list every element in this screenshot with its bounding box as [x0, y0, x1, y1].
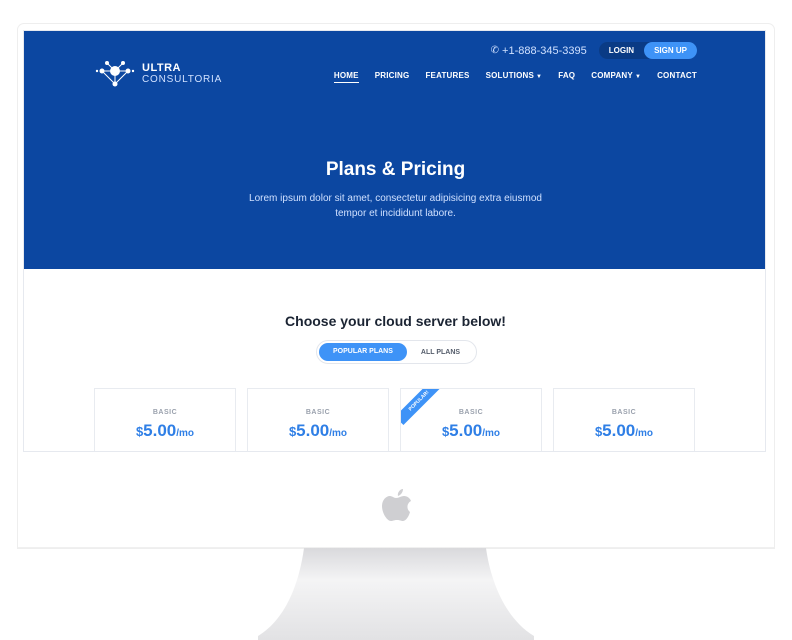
pricing-heading: Choose your cloud server below!	[285, 313, 506, 329]
popular-plans-tab[interactable]: POPULAR PLANS	[319, 343, 407, 361]
pricing-card[interactable]: BASIC $5.00/mo	[247, 388, 389, 451]
nav-item-features[interactable]: FEATURES	[425, 71, 469, 80]
nav-item-solutions-label: SOLUTIONS	[485, 71, 535, 80]
login-button[interactable]: LOGIN	[599, 42, 644, 59]
apple-logo-icon	[382, 489, 411, 521]
brand-tagline: CONSULTORIA	[142, 73, 223, 85]
phone-icon: ✆	[490, 45, 500, 56]
brand-name: ULTRA	[142, 61, 181, 74]
price-value: 5.00	[143, 421, 177, 440]
nav-item-solutions[interactable]: SOLUTIONS ▼	[486, 71, 543, 80]
pricing-card[interactable]: BASIC $5.00/mo	[553, 388, 695, 451]
monitor-stand	[258, 548, 534, 640]
nav-item-contact[interactable]: CONTACT	[657, 71, 697, 80]
nav-item-pricing[interactable]: PRICING	[375, 71, 410, 80]
nav-item-company[interactable]: COMPANY ▼	[591, 71, 641, 80]
plan-name: BASIC	[458, 409, 484, 416]
brand-logo[interactable]: ULTRA CONSULTORIA	[94, 59, 222, 89]
plan-toggle: POPULAR PLANS ALL PLANS	[316, 340, 477, 364]
auth-buttons: LOGIN SIGN UP	[598, 42, 697, 59]
chevron-down-icon: ▼	[536, 74, 543, 80]
popular-ribbon: POPULAR!	[401, 389, 444, 426]
hero-section: ULTRA CONSULTORIA ✆ +1-888-345-3395 LOGI…	[24, 31, 765, 269]
pricing-cards: BASIC $5.00/mo BASIC $5.00/mo POPULAR! B…	[94, 388, 697, 451]
phone-contact[interactable]: ✆ +1-888-345-3395	[491, 45, 587, 57]
page-title: Plans & Pricing	[325, 159, 466, 180]
main-nav: HOME PRICING FEATURES SOLUTIONS ▼ FAQ COM…	[318, 71, 697, 83]
price-period: /mo	[176, 428, 195, 439]
network-logo-icon	[95, 61, 135, 87]
plan-price: $5.00/mo	[248, 421, 388, 441]
plan-price: $5.00/mo	[554, 421, 694, 441]
price-value: 5.00	[296, 421, 330, 440]
nav-item-home[interactable]: HOME	[333, 71, 359, 83]
all-plans-tab[interactable]: ALL PLANS	[407, 349, 460, 356]
pricing-card[interactable]: BASIC $5.00/mo	[94, 388, 236, 451]
browser-screen: ULTRA CONSULTORIA ✆ +1-888-345-3395 LOGI…	[23, 30, 766, 452]
nav-item-company-label: COMPANY	[591, 71, 633, 80]
price-period: /mo	[329, 428, 348, 439]
page-subtitle: Lorem ipsum dolor sit amet, consectetur …	[249, 193, 542, 219]
nav-item-faq[interactable]: FAQ	[558, 71, 575, 80]
plan-name: BASIC	[611, 409, 637, 416]
chevron-down-icon: ▼	[634, 74, 642, 80]
price-value: 5.00	[449, 421, 483, 440]
plan-price: $5.00/mo	[401, 421, 541, 441]
plan-name: BASIC	[152, 409, 178, 416]
top-bar: ✆ +1-888-345-3395 LOGIN SIGN UP	[491, 42, 697, 59]
plan-name: BASIC	[305, 409, 331, 416]
price-period: /mo	[482, 428, 501, 439]
phone-number: +1-888-345-3395	[502, 44, 587, 57]
pricing-card-popular[interactable]: POPULAR! BASIC $5.00/mo	[400, 388, 542, 451]
plan-price: $5.00/mo	[95, 421, 235, 441]
signup-button[interactable]: SIGN UP	[644, 42, 697, 59]
price-value: 5.00	[602, 421, 636, 440]
price-period: /mo	[635, 428, 654, 439]
